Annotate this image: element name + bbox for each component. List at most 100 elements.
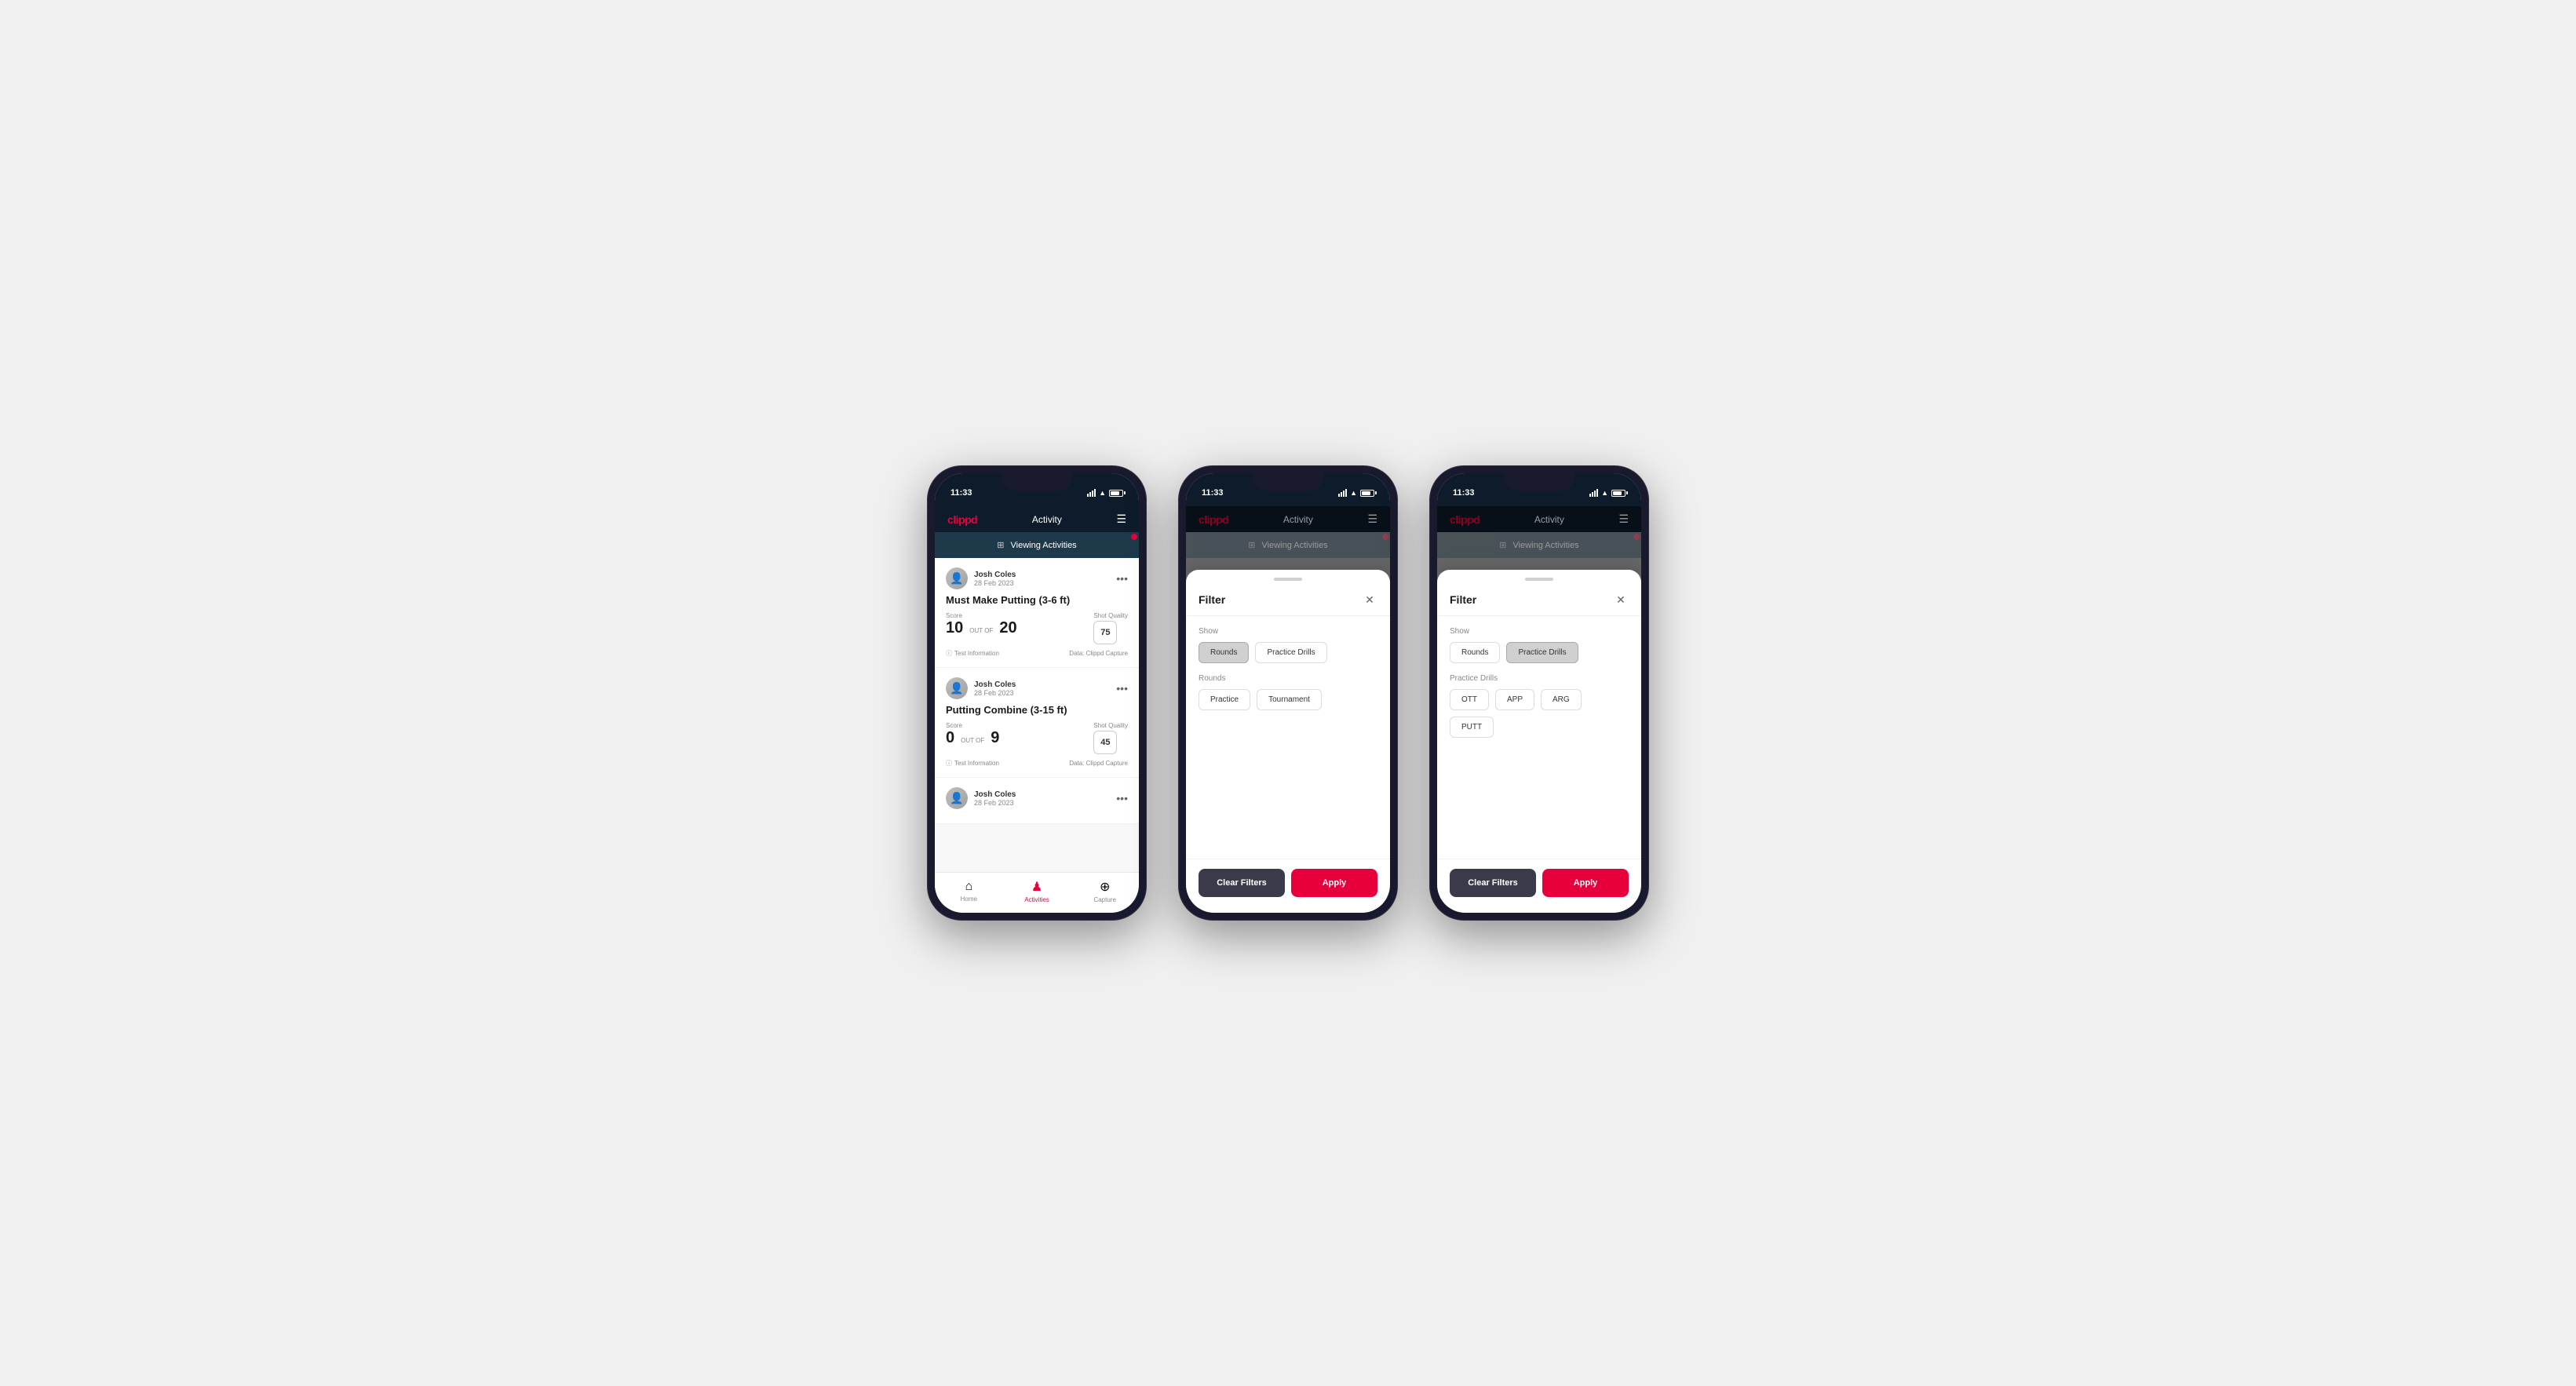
apply-btn-3[interactable]: Apply — [1542, 869, 1629, 897]
wifi-icon-2: ▲ — [1350, 489, 1357, 497]
avatar-1 — [946, 567, 968, 589]
info-text-1: ⓘ Test Information — [946, 649, 999, 658]
practice-label-3: Practice Drills — [1450, 674, 1629, 683]
close-btn-2[interactable]: ✕ — [1362, 592, 1377, 607]
score-value-2: 0 — [946, 729, 954, 747]
top-nav-1: clippd Activity ☰ — [935, 506, 1139, 532]
out-of-2: OUT OF — [961, 737, 984, 744]
show-buttons-3: Rounds Practice Drills — [1450, 642, 1629, 663]
data-source-1: Data: Clippd Capture — [1069, 650, 1128, 657]
user-date-1: 28 Feb 2023 — [974, 579, 1016, 587]
stats-row-2: Score 0 OUT OF 9 Shot Quality 45 — [946, 722, 1128, 754]
signal-bar-9 — [1589, 494, 1591, 497]
battery-icon-3 — [1611, 490, 1626, 497]
activity-title-1: Must Make Putting (3-6 ft) — [946, 594, 1128, 606]
filter-header-2: Filter ✕ — [1186, 581, 1390, 616]
show-label-3: Show — [1450, 627, 1629, 636]
user-name-2: Josh Coles — [974, 680, 1016, 689]
bottom-nav-1: ⌂ Home ♟ Activities ⊕ Capture — [935, 872, 1139, 913]
user-details-2: Josh Coles 28 Feb 2023 — [974, 680, 1016, 697]
more-btn-3[interactable]: ••• — [1116, 792, 1128, 804]
shots-value-1: 20 — [999, 619, 1016, 637]
rounds-buttons-2: Practice Tournament — [1199, 689, 1377, 710]
filter-modal-3: Filter ✕ Show Rounds Practice Drills Pra… — [1437, 570, 1641, 913]
status-time-1: 11:33 — [950, 488, 972, 498]
status-time-2: 11:33 — [1202, 488, 1224, 498]
menu-icon-1[interactable]: ☰ — [1116, 512, 1126, 526]
shot-quality-section-2: Shot Quality 45 — [1093, 722, 1128, 754]
putt-btn-3[interactable]: PUTT — [1450, 717, 1494, 738]
phone-3-inner: 11:33 ▲ clippd Activity — [1437, 473, 1641, 913]
card-header-1: Josh Coles 28 Feb 2023 ••• — [946, 567, 1128, 589]
activity-card-2: Josh Coles 28 Feb 2023 ••• Putting Combi… — [935, 668, 1139, 778]
battery-icon-2 — [1360, 490, 1374, 497]
ott-btn-3[interactable]: OTT — [1450, 689, 1489, 710]
score-section-1: Score 10 OUT OF 20 — [946, 612, 1017, 637]
signal-bar-8 — [1345, 489, 1347, 497]
more-btn-2[interactable]: ••• — [1116, 682, 1128, 695]
apply-btn-2[interactable]: Apply — [1291, 869, 1377, 897]
app-btn-3[interactable]: APP — [1495, 689, 1534, 710]
phone-2: 11:33 ▲ clippd Activity — [1178, 465, 1398, 921]
red-dot-1 — [1131, 534, 1137, 540]
sq-badge-1: 75 — [1093, 621, 1117, 644]
user-info-2: Josh Coles 28 Feb 2023 — [946, 677, 1016, 699]
avatar-img-1 — [946, 567, 968, 589]
practice-drills-show-btn-2[interactable]: Practice Drills — [1255, 642, 1326, 663]
clear-filters-btn-3[interactable]: Clear Filters — [1450, 869, 1536, 897]
sq-label-1: Shot Quality — [1093, 612, 1128, 619]
score-section-2: Score 0 OUT OF 9 — [946, 722, 999, 747]
sq-badge-2: 45 — [1093, 731, 1117, 754]
battery-icon-1 — [1109, 490, 1123, 497]
signal-bar-6 — [1341, 492, 1342, 497]
user-name-3: Josh Coles — [974, 790, 1016, 799]
wifi-icon-3: ▲ — [1601, 489, 1608, 497]
user-details-1: Josh Coles 28 Feb 2023 — [974, 571, 1016, 587]
viewing-bar-text-1: Viewing Activities — [1011, 541, 1077, 550]
filter-title-2: Filter — [1199, 593, 1225, 606]
signal-bar-12 — [1596, 489, 1598, 497]
practice-drills-show-btn-3[interactable]: Practice Drills — [1506, 642, 1578, 663]
close-btn-3[interactable]: ✕ — [1613, 592, 1629, 607]
info-text-2: ⓘ Test Information — [946, 759, 999, 768]
tournament-btn-2[interactable]: Tournament — [1257, 689, 1322, 710]
rounds-show-btn-3[interactable]: Rounds — [1450, 642, 1500, 663]
signal-bar-10 — [1592, 492, 1593, 497]
activity-card-1: Josh Coles 28 Feb 2023 ••• Must Make Put… — [935, 558, 1139, 668]
status-icons-3: ▲ — [1589, 489, 1626, 497]
nav-activities-1[interactable]: ♟ Activities — [1003, 879, 1071, 903]
user-info-1: Josh Coles 28 Feb 2023 — [946, 567, 1016, 589]
out-of-1: OUT OF — [969, 627, 993, 634]
user-details-3: Josh Coles 28 Feb 2023 — [974, 790, 1016, 807]
home-icon-1: ⌂ — [965, 880, 973, 894]
data-source-2: Data: Clippd Capture — [1069, 760, 1128, 767]
app-logo-1: clippd — [947, 513, 977, 526]
avatar-img-2 — [946, 677, 968, 699]
signal-bar-3 — [1092, 491, 1093, 497]
phones-container: 11:33 ▲ clippd Activity — [927, 465, 1649, 921]
signal-bars-3 — [1589, 489, 1598, 497]
more-btn-1[interactable]: ••• — [1116, 572, 1128, 585]
nav-capture-1[interactable]: ⊕ Capture — [1071, 879, 1139, 903]
activities-label-1: Activities — [1024, 896, 1049, 903]
user-date-3: 28 Feb 2023 — [974, 799, 1016, 807]
practice-rounds-btn-2[interactable]: Practice — [1199, 689, 1250, 710]
avatar-img-3 — [946, 787, 968, 809]
signal-bar-11 — [1594, 491, 1596, 497]
nav-home-1[interactable]: ⌂ Home — [935, 880, 1003, 903]
home-label-1: Home — [961, 895, 977, 903]
card-footer-2: ⓘ Test Information Data: Clippd Capture — [946, 759, 1128, 768]
show-label-2: Show — [1199, 627, 1377, 636]
nav-title-1: Activity — [1032, 514, 1062, 525]
signal-bars-1 — [1087, 489, 1096, 497]
viewing-bar-1[interactable]: ⊞ Viewing Activities — [935, 532, 1139, 558]
rounds-show-btn-2[interactable]: Rounds — [1199, 642, 1249, 663]
filter-title-3: Filter — [1450, 593, 1476, 606]
card-footer-1: ⓘ Test Information Data: Clippd Capture — [946, 649, 1128, 658]
arg-btn-3[interactable]: ARG — [1541, 689, 1582, 710]
notch-1 — [1002, 473, 1072, 491]
battery-fill-1 — [1111, 491, 1119, 495]
filter-modal-2: Filter ✕ Show Rounds Practice Drills Rou… — [1186, 570, 1390, 913]
clear-filters-btn-2[interactable]: Clear Filters — [1199, 869, 1285, 897]
phone-1: 11:33 ▲ clippd Activity — [927, 465, 1147, 921]
